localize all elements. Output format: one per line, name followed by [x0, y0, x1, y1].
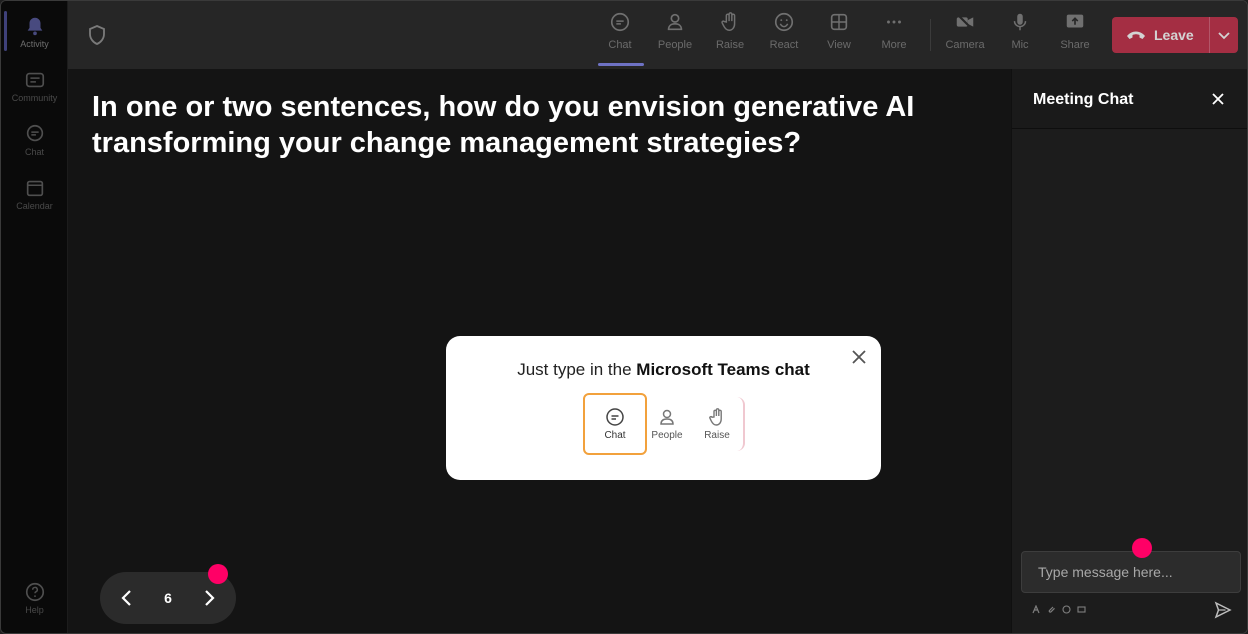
- share-icon: [1066, 14, 1084, 28]
- rail-label: Activity: [20, 39, 49, 49]
- help-icon: [25, 582, 44, 602]
- poll-question: In one or two sentences, how do you envi…: [92, 91, 915, 159]
- page-number: 6: [164, 590, 172, 606]
- raise-hand-icon: [709, 408, 722, 426]
- rail-item-help[interactable]: Help: [1, 573, 68, 623]
- leave-main-button[interactable]: Leave: [1112, 17, 1210, 53]
- leave-label: Leave: [1154, 27, 1194, 43]
- react-icon: [774, 12, 794, 32]
- toolbar-label: People: [657, 39, 693, 51]
- popup-text-bold: Microsoft Teams chat: [636, 360, 810, 379]
- more-icon: [887, 20, 901, 24]
- community-icon: [25, 72, 44, 88]
- view-icon: [830, 13, 848, 31]
- preview-people-button: People: [641, 393, 693, 455]
- shield-icon: [89, 25, 105, 45]
- toolbar-react-button[interactable]: React: [759, 11, 809, 61]
- close-icon[interactable]: [1210, 91, 1226, 107]
- rail-item-community[interactable]: Community: [1, 61, 68, 111]
- bell-icon: [27, 17, 42, 36]
- preview-label: Chat: [604, 430, 626, 441]
- preview-chat-button: Chat: [583, 393, 647, 455]
- toolbar-people-button[interactable]: People: [650, 11, 700, 61]
- send-icon[interactable]: [1214, 601, 1232, 619]
- toolbar-label: More: [881, 39, 907, 51]
- toolbar-camera-button[interactable]: Camera: [940, 11, 990, 61]
- chat-icon: [610, 12, 630, 32]
- toolbar-label: Raise: [715, 39, 745, 51]
- rail-label: Chat: [24, 147, 44, 157]
- people-icon: [667, 13, 683, 31]
- click-marker: [208, 564, 228, 584]
- meeting-chat-panel: Meeting Chat: [1011, 69, 1247, 633]
- leave-options-button[interactable]: [1210, 30, 1238, 40]
- chat-icon: [606, 408, 624, 426]
- popup-text-prefix: Just type in the: [517, 360, 637, 379]
- emoji-icon[interactable]: [1062, 605, 1071, 614]
- format-icon[interactable]: [1032, 605, 1041, 614]
- toolbar-label: Chat: [608, 39, 632, 51]
- chat-formatting-tools: [1032, 605, 1086, 614]
- camera-off-icon: [955, 12, 975, 32]
- rail-label: Help: [25, 605, 44, 615]
- chevron-left-icon[interactable]: [120, 589, 134, 607]
- hang-up-icon: [1127, 31, 1145, 39]
- preview-raise-button: Raise: [691, 393, 743, 455]
- rail-item-calendar[interactable]: Calendar: [1, 169, 68, 219]
- leave-button[interactable]: Leave: [1112, 17, 1238, 53]
- calendar-icon: [26, 180, 43, 197]
- attach-icon[interactable]: [1047, 605, 1056, 614]
- toolbar-chat-button[interactable]: Chat: [595, 11, 645, 61]
- chevron-down-icon: [1218, 32, 1230, 40]
- popup-toolbar-preview: Chat People Raise: [583, 393, 745, 455]
- popup-instruction: Just type in the Microsoft Teams chat: [446, 360, 881, 380]
- rail-label: Calendar: [16, 201, 53, 211]
- toolbar-divider: [930, 19, 931, 51]
- meeting-window: Activity Community Chat Calendar Help Ch…: [0, 0, 1248, 634]
- chat-icon: [26, 124, 43, 142]
- meeting-toolbar: Chat People Raise React View More Camera: [68, 1, 1247, 69]
- toolbar-label: React: [769, 39, 799, 51]
- toolbar-share-button[interactable]: Share: [1050, 11, 1100, 61]
- toolbar-label: Camera: [945, 39, 985, 51]
- chat-message-box[interactable]: [1021, 551, 1241, 593]
- chat-instruction-popup: Just type in the Microsoft Teams chat Ch…: [446, 336, 881, 480]
- click-marker: [1132, 538, 1152, 558]
- toolbar-more-button[interactable]: More: [869, 11, 919, 61]
- toolbar-raise-button[interactable]: Raise: [705, 11, 755, 61]
- toolbar-view-button[interactable]: View: [814, 11, 864, 61]
- close-icon[interactable]: [851, 349, 867, 365]
- rail-label: Community: [11, 93, 58, 103]
- app-rail: Activity Community Chat Calendar Help: [1, 1, 68, 633]
- rail-item-activity[interactable]: Activity: [1, 7, 68, 57]
- toolbar-label: Share: [1060, 39, 1090, 51]
- active-tab-indicator: [598, 63, 644, 66]
- gif-icon[interactable]: [1077, 605, 1086, 614]
- toolbar-label: Mic: [1011, 39, 1029, 51]
- chat-message-input[interactable]: [1038, 564, 1224, 580]
- raise-hand-icon: [721, 12, 736, 31]
- preview-label: Raise: [704, 430, 730, 441]
- chat-title: Meeting Chat: [1033, 91, 1134, 108]
- chevron-right-icon[interactable]: [202, 589, 216, 607]
- people-icon: [660, 409, 674, 425]
- toolbar-label: View: [827, 39, 851, 51]
- mic-icon: [1013, 13, 1027, 31]
- toolbar-mic-button[interactable]: Mic: [995, 11, 1045, 61]
- rail-item-chat[interactable]: Chat: [1, 115, 68, 165]
- chat-header: Meeting Chat: [1012, 69, 1247, 129]
- preview-label: People: [651, 430, 683, 441]
